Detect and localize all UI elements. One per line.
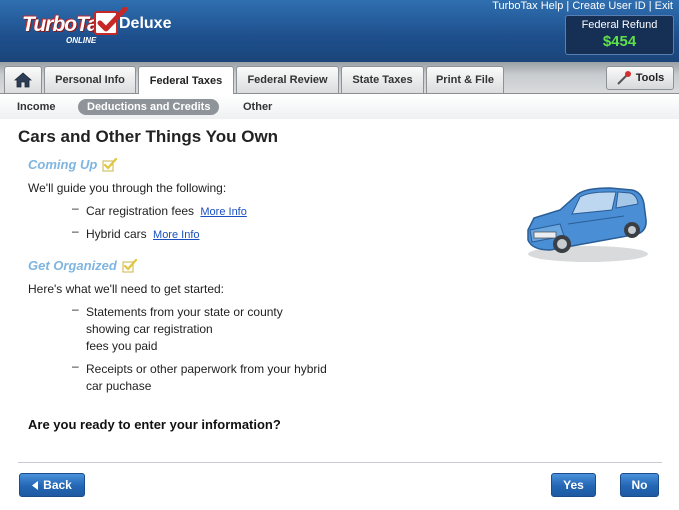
section-heading-text: Coming Up (28, 157, 98, 172)
more-info-link[interactable]: More Info (200, 206, 246, 218)
bullet-dash: – (72, 201, 79, 215)
no-button-label: No (631, 478, 648, 492)
ready-question: Are you ready to enter your information? (28, 417, 281, 432)
turbotax-logo: TurboTax ONLINE (10, 5, 128, 45)
bullet-dash: – (72, 302, 79, 316)
back-button[interactable]: Back (19, 473, 85, 497)
subnav-label: Other (243, 101, 273, 113)
logo-subtext: ONLINE (66, 36, 97, 45)
home-tab[interactable] (4, 66, 42, 93)
link-separator: | (566, 0, 570, 12)
list-item: Hybrid cars More Info (86, 226, 200, 244)
help-link[interactable]: TurboTax Help (492, 0, 563, 12)
tab-federal-taxes[interactable]: Federal Taxes (138, 66, 234, 94)
tools-icon (617, 71, 631, 85)
tools-button[interactable]: Tools (606, 66, 674, 90)
bullet-dash: – (72, 224, 79, 238)
tab-label: Federal Taxes (149, 74, 223, 87)
section-heading-text: Get Organized (28, 258, 117, 273)
back-arrow-icon (32, 480, 39, 490)
subnav-other[interactable]: Other (243, 99, 272, 115)
link-separator: | (648, 0, 652, 12)
tab-federal-review[interactable]: Federal Review (236, 66, 339, 93)
product-name: Deluxe (119, 15, 172, 32)
coming-up-intro: We'll guide you through the following: (28, 181, 227, 195)
exit-link[interactable]: Exit (655, 0, 673, 12)
list-item: Statements from your state or county sho… (86, 304, 283, 355)
tab-personal-info[interactable]: Personal Info (44, 66, 136, 93)
more-info-link[interactable]: More Info (153, 229, 199, 241)
subnav-label: Income (17, 101, 56, 113)
subnav-label: Deductions and Credits (87, 101, 211, 113)
create-user-id-link[interactable]: Create User ID (572, 0, 645, 12)
get-organized-heading: Get Organized (28, 258, 137, 273)
tab-state-taxes[interactable]: State Taxes (341, 66, 424, 93)
sub-navigation: Income Deductions and Credits Other (0, 95, 679, 119)
tab-label: State Taxes (352, 74, 413, 86)
tab-print-file[interactable]: Print & File (426, 66, 504, 93)
page-title: Cars and Other Things You Own (18, 127, 279, 146)
list-item-line: fees you paid (86, 339, 158, 353)
list-item-text: Hybrid cars (86, 227, 147, 241)
home-icon (14, 72, 32, 88)
car-illustration (527, 187, 648, 262)
refund-label: Federal Refund (581, 19, 658, 31)
tools-label: Tools (635, 72, 665, 84)
yes-button-label: Yes (563, 478, 584, 492)
list-item-text: Car registration fees (86, 204, 195, 218)
tab-label: Federal Review (247, 74, 328, 86)
footer-divider (18, 462, 662, 463)
app-header: TurboTax ONLINE Deluxe TurboTax Help | C… (0, 0, 679, 62)
refund-meter: Federal Refund $454 (565, 15, 674, 55)
no-button[interactable]: No (620, 473, 659, 497)
coming-up-heading: Coming Up (28, 157, 118, 172)
checkbox-check-icon (102, 157, 118, 171)
list-item-line: showing car registration (86, 322, 213, 336)
main-tab-bar: Personal Info Federal Taxes Federal Revi… (0, 62, 679, 94)
list-item: Receipts or other paperwork from your hy… (86, 361, 327, 395)
refund-amount: $454 (602, 33, 637, 50)
list-item-line: car puchase (86, 379, 152, 393)
tab-label: Print & File (435, 74, 495, 86)
turbotax-window: TurboTax ONLINE Deluxe TurboTax Help | C… (0, 0, 679, 510)
top-links: TurboTax Help | Create User ID | Exit (492, 0, 673, 12)
tab-label: Personal Info (55, 74, 125, 86)
subnav-income[interactable]: Income (17, 99, 56, 115)
subnav-deductions-credits[interactable]: Deductions and Credits (78, 99, 220, 115)
yes-button[interactable]: Yes (551, 473, 596, 497)
bullet-dash: – (72, 359, 79, 373)
list-item-line: Receipts or other paperwork from your hy… (86, 362, 327, 376)
get-organized-intro: Here's what we'll need to get started: (28, 282, 225, 296)
back-button-label: Back (43, 478, 72, 492)
list-item-line: Statements from your state or county (86, 305, 283, 319)
list-item: Car registration fees More Info (86, 203, 247, 221)
checkbox-check-icon (122, 258, 137, 272)
